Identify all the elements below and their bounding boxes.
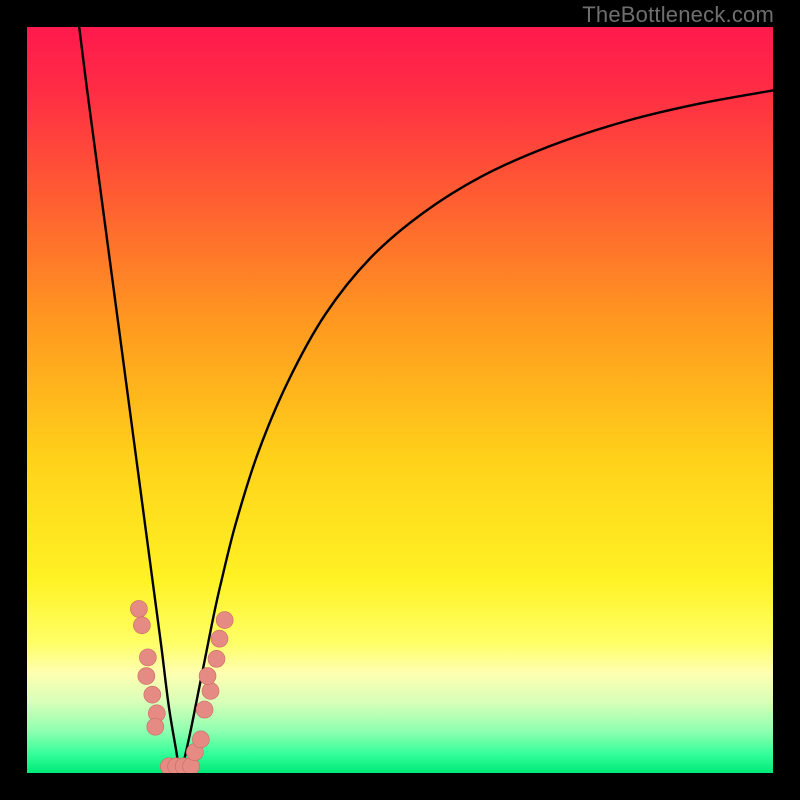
data-dot bbox=[130, 600, 147, 617]
data-dot bbox=[208, 650, 225, 667]
data-dot bbox=[202, 682, 219, 699]
watermark-text: TheBottleneck.com bbox=[582, 2, 774, 28]
data-dot bbox=[216, 612, 233, 629]
data-dot bbox=[138, 668, 155, 685]
data-dot bbox=[133, 617, 150, 634]
data-dot bbox=[192, 731, 209, 748]
data-dot bbox=[144, 686, 161, 703]
data-dot bbox=[139, 649, 156, 666]
data-dot bbox=[199, 668, 216, 685]
bottleneck-chart bbox=[0, 0, 800, 800]
plot-area bbox=[27, 27, 773, 773]
chart-frame: TheBottleneck.com bbox=[0, 0, 800, 800]
data-dot bbox=[196, 701, 213, 718]
data-dot bbox=[211, 630, 228, 647]
data-dot bbox=[147, 718, 164, 735]
